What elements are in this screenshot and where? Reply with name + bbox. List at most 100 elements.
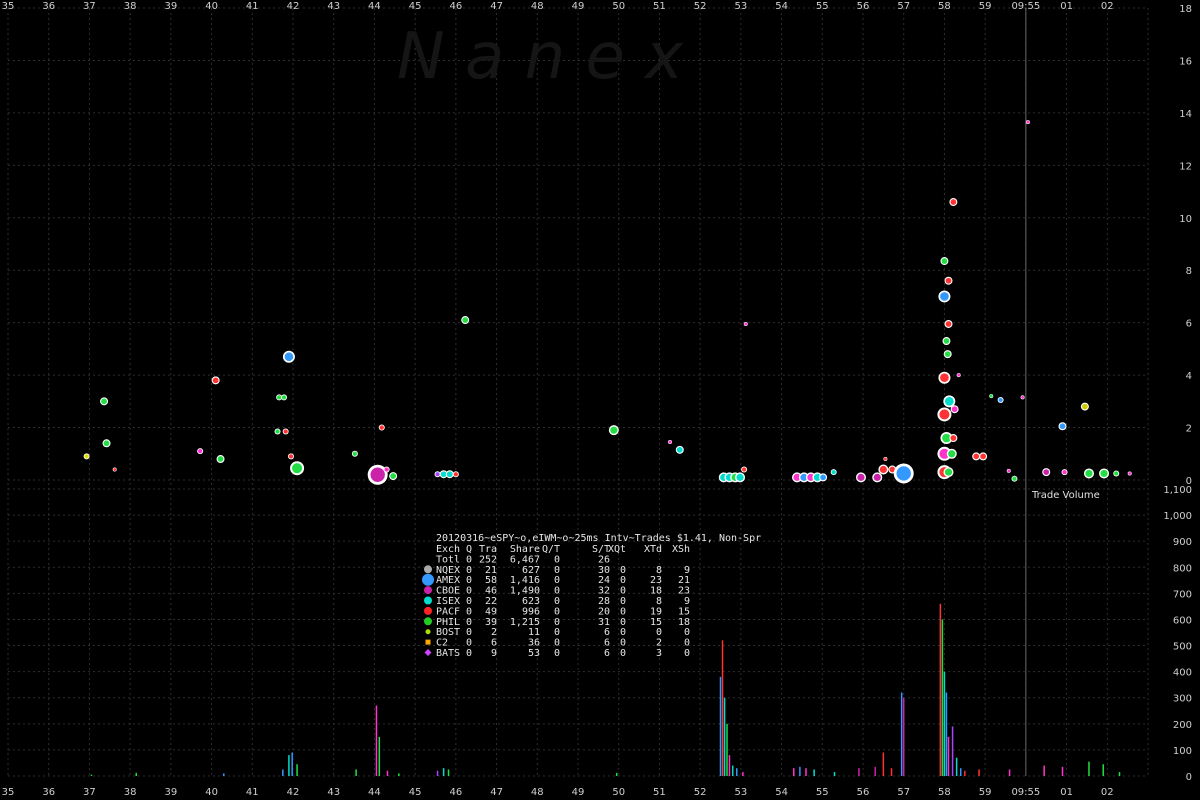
stats-cell: 8 (656, 596, 662, 607)
x-tick-label: 40 (205, 1, 218, 12)
stats-legend-marker (424, 606, 432, 615)
y-tick-label: 100 (1173, 746, 1192, 757)
y-tick-label: 400 (1173, 668, 1192, 679)
trade-point (944, 468, 953, 476)
x-tick-label: 53 (734, 787, 747, 798)
volume-bar (378, 736, 381, 776)
trade-point (1082, 403, 1088, 410)
stats-cell: 0 (620, 565, 626, 576)
x-tick-label: 45 (409, 787, 422, 798)
stats-cell: 0 (684, 638, 690, 649)
trade-point (352, 451, 358, 456)
stats-cell: 1,490 (510, 586, 540, 597)
stats-cell: 0 (466, 565, 472, 576)
trade-point (989, 394, 993, 398)
volume-bar (615, 772, 618, 776)
stats-cell: 0 (466, 638, 472, 649)
trade-point (370, 467, 385, 482)
volume-bar (943, 671, 946, 776)
trade-point (283, 429, 288, 434)
volume-bar (951, 726, 954, 776)
trade-point (676, 446, 683, 453)
volume-bar (447, 769, 450, 776)
x-tick-label: 45 (409, 1, 422, 12)
volume-bar (296, 764, 298, 776)
trade-point (84, 454, 89, 459)
trade-point (1021, 395, 1025, 399)
x-tick-label: 54 (775, 787, 788, 798)
volume-bar (805, 768, 807, 776)
volume-bar (959, 768, 962, 776)
stats-cell: 20 (598, 606, 610, 617)
x-tick-label: 43 (327, 1, 340, 12)
trade-point (668, 440, 672, 444)
x-tick-label: 39 (164, 787, 177, 798)
stats-cell: 26 (598, 554, 610, 565)
volume-bar (890, 768, 893, 776)
x-tick-label: 43 (327, 787, 340, 798)
volume-bar (721, 640, 724, 776)
volume-panel-title: Trade Volume (1031, 490, 1100, 501)
stats-cell: 46 (485, 586, 497, 597)
stats-header-cell: Exch (436, 544, 460, 555)
volume-bar (882, 752, 885, 776)
stats-cell: BOST (436, 627, 460, 638)
x-tick-label: 56 (857, 787, 870, 798)
stats-cell: PHIL (436, 617, 460, 628)
volume-bar (874, 766, 876, 776)
stats-cell: 0 (466, 586, 472, 597)
stats-cell: 6 (604, 648, 610, 659)
trade-point (379, 425, 384, 430)
y-tick-label: 900 (1173, 537, 1192, 548)
volume-bar (726, 723, 728, 776)
trade-point (1043, 469, 1050, 476)
stats-cell: 19 (650, 606, 662, 617)
stats-cell: 21 (678, 575, 690, 586)
trade-point (736, 473, 744, 481)
x-tick-label: 46 (449, 787, 462, 798)
stats-cell: 0 (466, 596, 472, 607)
stats-legend-marker (422, 573, 434, 586)
stats-cell: 996 (522, 606, 540, 617)
trade-point (101, 398, 107, 405)
stats-cell: 0 (466, 554, 472, 565)
trade-point (896, 466, 911, 481)
stats-cell: 23 (678, 586, 690, 597)
volume-bar (355, 769, 357, 776)
stats-cell: 0 (554, 627, 560, 638)
x-tick-label: 54 (775, 1, 788, 12)
stats-header-cell: Share (510, 544, 540, 555)
volume-bar (939, 603, 942, 776)
x-tick-label: 51 (653, 787, 666, 798)
volume-bar (223, 773, 225, 776)
x-tick-label: 57 (897, 787, 910, 798)
x-tick-label: 50 (612, 787, 625, 798)
stats-cell: 49 (485, 606, 497, 617)
stats-cell: 22 (485, 596, 497, 607)
volume-bar (945, 692, 948, 776)
volume-bar (442, 768, 445, 776)
x-tick-label: 59 (979, 787, 992, 798)
stats-cell: 18 (650, 586, 662, 597)
trade-point (1062, 469, 1067, 475)
trade-point (1012, 476, 1017, 481)
trade-point (212, 377, 219, 384)
stats-header-cell: XTd (644, 544, 662, 555)
trade-point (980, 453, 986, 460)
x-tick-label: 39 (164, 1, 177, 12)
stats-cell: 0 (466, 648, 472, 659)
x-tick-label: 37 (83, 1, 96, 12)
volume-bar (1088, 761, 1090, 776)
stats-cell: 11 (528, 627, 540, 638)
stats-cell: NQEX (436, 565, 460, 576)
trade-point (879, 465, 887, 474)
stats-cell: 0 (466, 627, 472, 638)
stats-cell: 623 (522, 596, 540, 607)
x-tick-label: 57 (897, 1, 910, 12)
volume-bar (1043, 765, 1045, 776)
x-tick-label: 50 (612, 1, 625, 12)
stats-cell: 15 (678, 606, 690, 617)
x-tick-label: 42 (287, 1, 300, 12)
trade-point (462, 317, 469, 323)
stats-cell: 0 (554, 606, 560, 617)
